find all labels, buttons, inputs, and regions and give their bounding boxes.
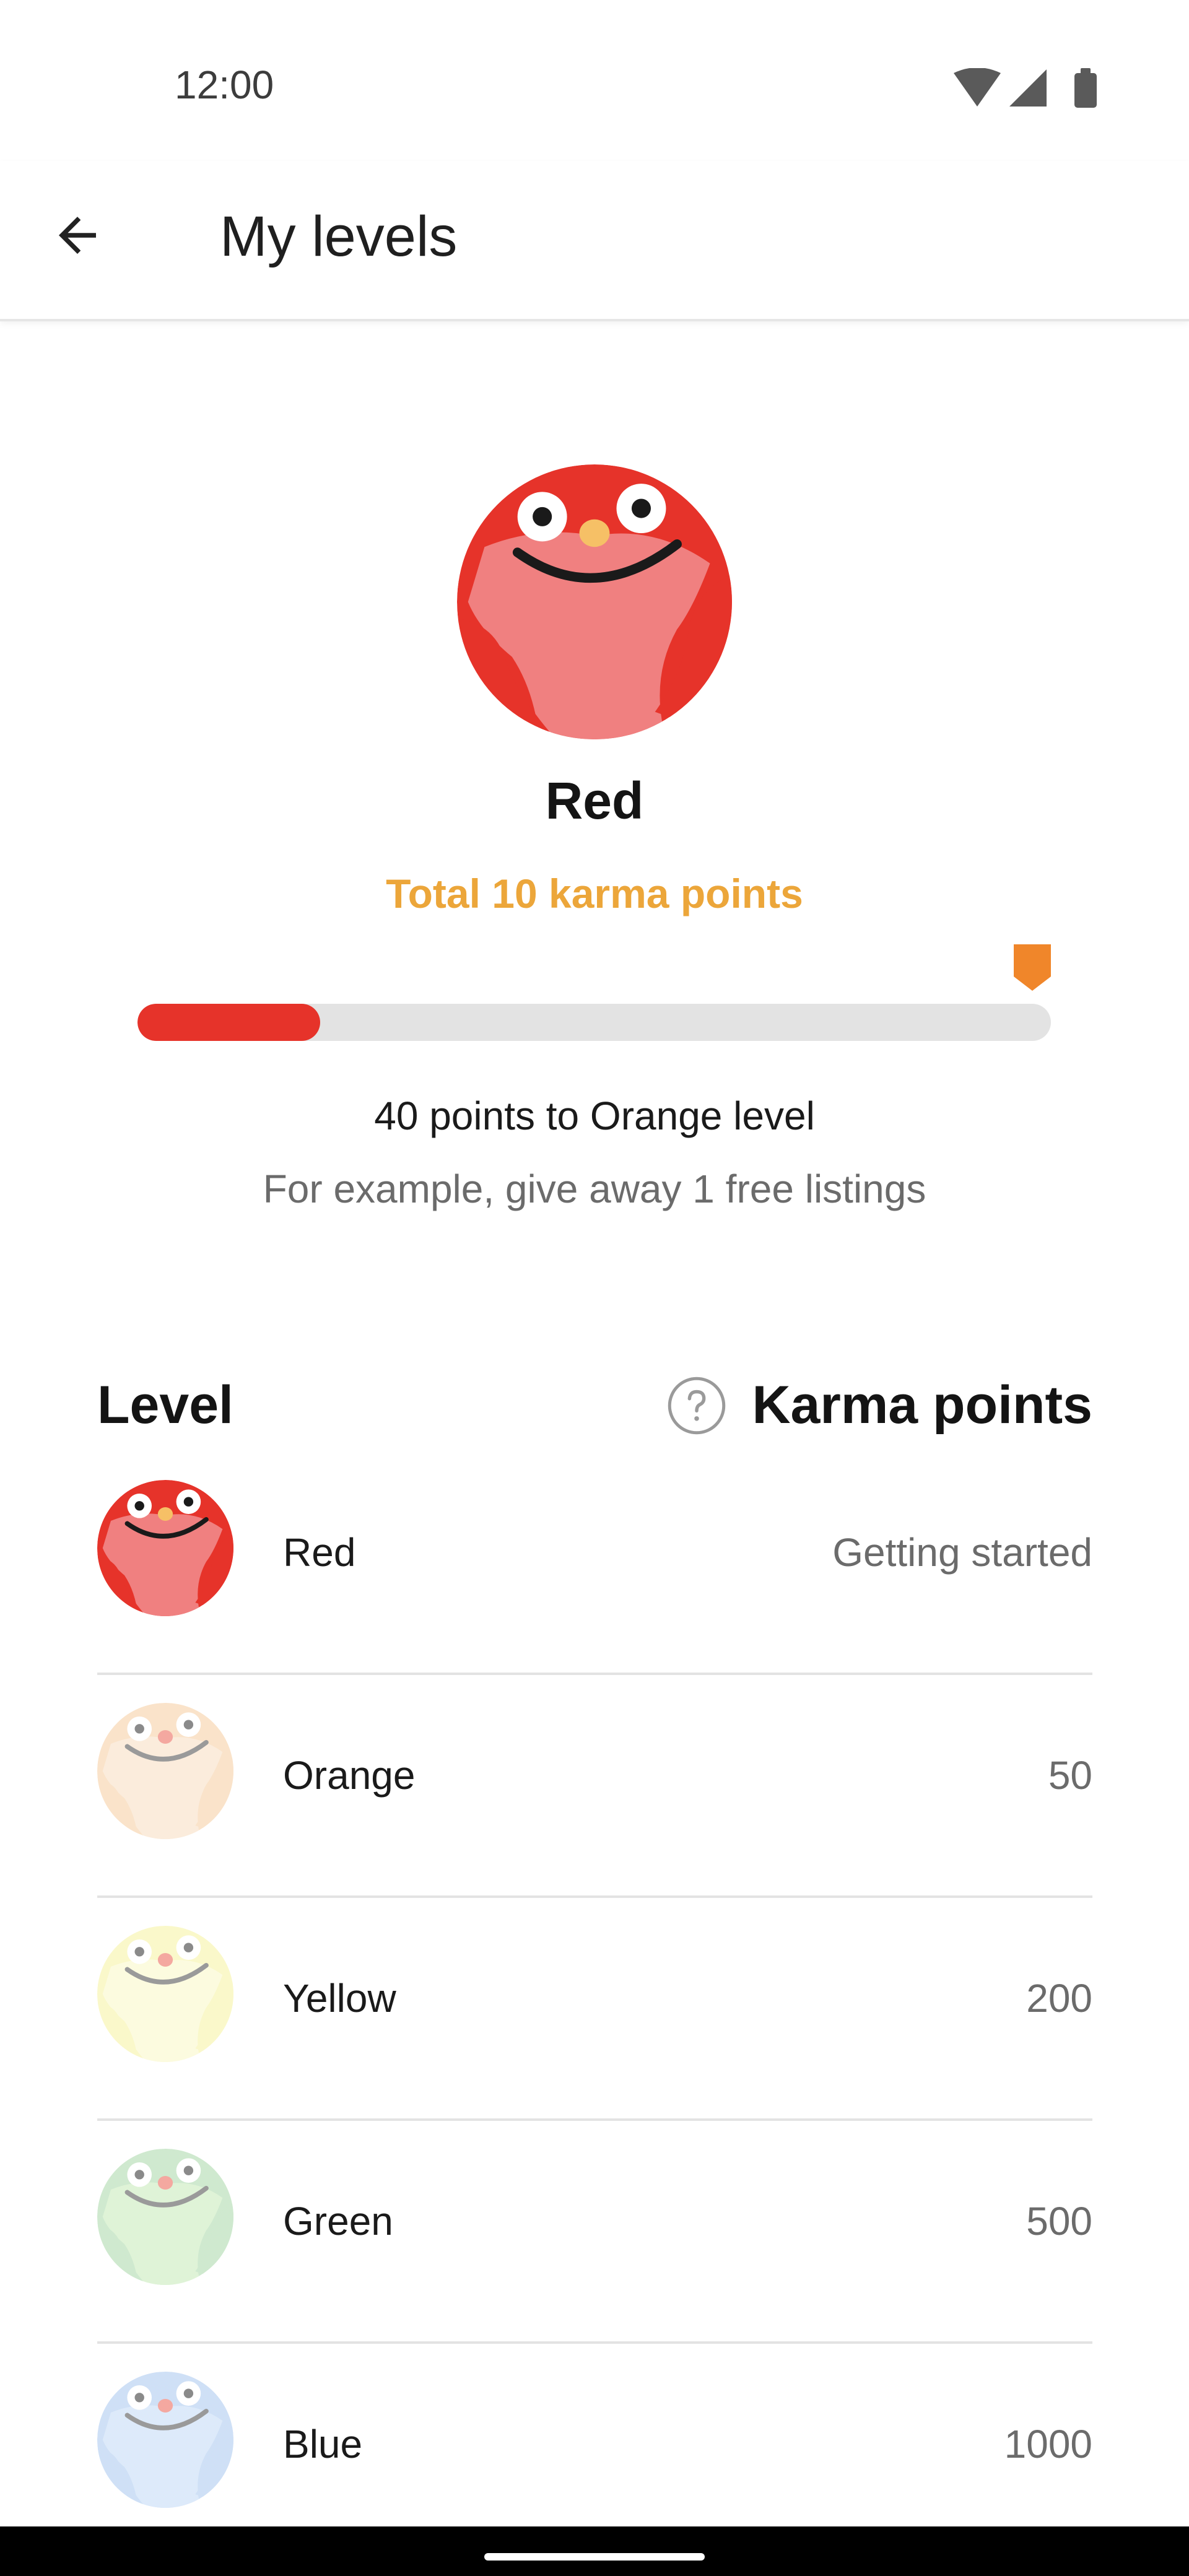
page-title: My levels bbox=[220, 205, 458, 268]
level-points: 500 bbox=[1026, 2199, 1092, 2243]
level-row-red: Red Getting started bbox=[97, 1452, 1092, 1675]
level-name: Orange bbox=[283, 1753, 416, 1798]
arrow-left-icon bbox=[59, 217, 96, 254]
level-row-green: Green 500 bbox=[97, 2121, 1092, 2344]
back-button[interactable] bbox=[37, 195, 118, 276]
status-icons bbox=[954, 67, 1108, 111]
current-level-name: Red bbox=[545, 772, 644, 830]
status-bar: 12:00 bbox=[0, 0, 1189, 161]
progress-fill bbox=[137, 1004, 320, 1041]
level-avatar-icon bbox=[97, 2149, 233, 2285]
level-row-yellow: Yellow 200 bbox=[97, 1898, 1092, 2121]
level-column-header: Level bbox=[97, 1375, 233, 1435]
level-name: Yellow bbox=[283, 1976, 396, 2021]
navigation-bar bbox=[0, 2526, 1189, 2576]
levels-table-header: Level Karma points bbox=[97, 1362, 1092, 1449]
level-name: Green bbox=[283, 2199, 393, 2243]
level-avatar-icon bbox=[97, 1480, 233, 1616]
home-gesture-handle[interactable] bbox=[484, 2553, 705, 2561]
current-level-avatar bbox=[457, 464, 732, 739]
next-level-marker-icon bbox=[1014, 944, 1051, 991]
app-bar: My levels bbox=[0, 161, 1189, 321]
level-avatar-icon bbox=[97, 1926, 233, 2062]
points-to-next-level: 40 points to Orange level bbox=[374, 1094, 815, 1138]
karma-total: Total 10 karma points bbox=[386, 871, 803, 916]
level-points: 1000 bbox=[1004, 2422, 1092, 2466]
level-points: 200 bbox=[1026, 1976, 1092, 2021]
level-avatar bbox=[97, 1926, 233, 2062]
level-name: Red bbox=[283, 1530, 356, 1575]
progress-track bbox=[137, 1004, 1051, 1041]
level-points: Getting started bbox=[832, 1530, 1092, 1575]
level-avatar bbox=[97, 2149, 233, 2285]
level-progress bbox=[137, 944, 1051, 1043]
battery-icon bbox=[1074, 68, 1097, 108]
level-avatar bbox=[97, 1480, 233, 1616]
level-avatar bbox=[97, 1703, 233, 1839]
level-row-orange: Orange 50 bbox=[97, 1675, 1092, 1898]
level-avatar-icon bbox=[97, 2372, 233, 2508]
level-avatar bbox=[97, 2372, 233, 2508]
example-hint: For example, give away 1 free listings bbox=[263, 1167, 926, 1211]
levels-list: Red Getting started Orange 50 Yellow 200… bbox=[97, 1452, 1092, 2567]
level-avatar-icon bbox=[97, 1703, 233, 1839]
karma-column-header: Karma points bbox=[752, 1375, 1092, 1435]
cellular-signal-icon bbox=[1009, 69, 1047, 107]
wifi-icon bbox=[954, 67, 1001, 107]
status-time: 12:00 bbox=[175, 63, 274, 107]
question-circle-icon[interactable] bbox=[666, 1375, 728, 1437]
level-name: Blue bbox=[283, 2422, 363, 2466]
level-points: 50 bbox=[1048, 1753, 1092, 1798]
